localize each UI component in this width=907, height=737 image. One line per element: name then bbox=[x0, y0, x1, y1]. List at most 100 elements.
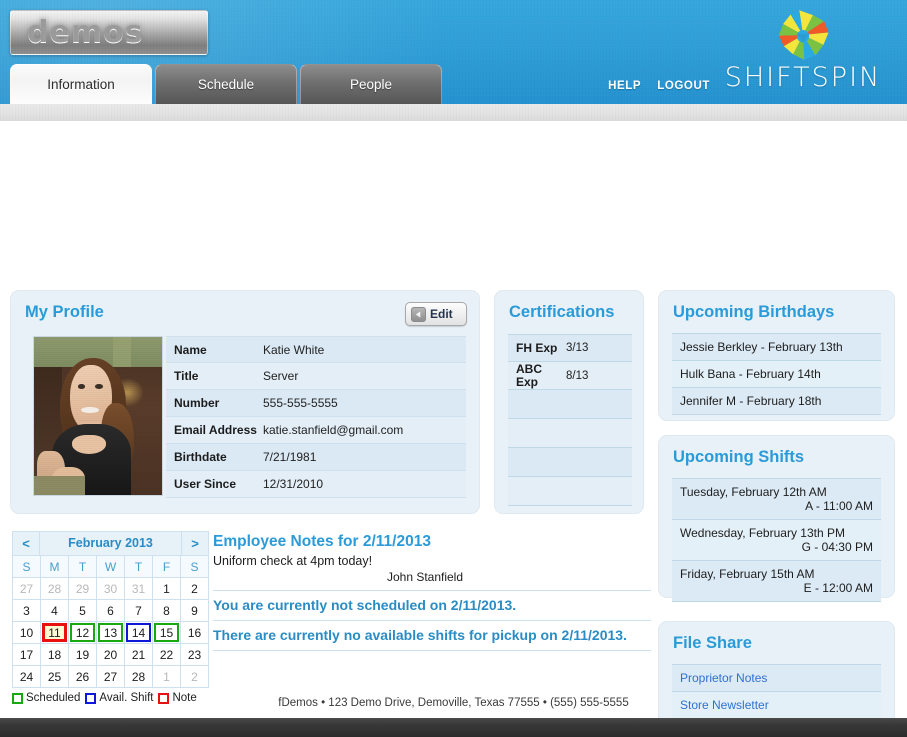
notes-divider bbox=[213, 590, 651, 591]
list-item: Tuesday, February 12th AM A - 11:00 AM bbox=[672, 478, 881, 520]
calendar-day-number: 23 bbox=[187, 647, 202, 662]
edit-profile-button[interactable]: Edit bbox=[405, 302, 467, 326]
calendar-day-marker: 12 bbox=[70, 623, 95, 642]
table-row bbox=[508, 390, 632, 419]
calendar-day[interactable]: 24 bbox=[13, 666, 41, 688]
calendar-day: 31 bbox=[125, 578, 153, 600]
certifications-table: FH Exp 3/13 ABC Exp 8/13 bbox=[508, 334, 632, 506]
calendar-day-avail-shift[interactable]: 14 bbox=[125, 622, 153, 644]
calendar-day-number: 1 bbox=[163, 669, 170, 684]
table-row: Birthdate 7/21/1981 bbox=[166, 444, 466, 471]
profile-key: Birthdate bbox=[174, 450, 227, 464]
profile-value: 555-555-5555 bbox=[263, 396, 338, 410]
bottom-bar bbox=[0, 718, 907, 737]
brand: SHIFTSPIN bbox=[713, 2, 893, 93]
calendar-day[interactable]: 25 bbox=[41, 666, 69, 688]
calendar-next-button[interactable]: > bbox=[182, 532, 208, 555]
calendar-day-number: 26 bbox=[75, 669, 90, 684]
shift-time: G - 04:30 PM bbox=[801, 540, 873, 554]
calendar-day-number: 14 bbox=[131, 625, 146, 640]
calendar-dow: F bbox=[153, 556, 181, 578]
calendar-day-scheduled[interactable]: 15 bbox=[153, 622, 181, 644]
table-row: ABC Exp 8/13 bbox=[508, 362, 632, 390]
calendar-day[interactable]: 20 bbox=[97, 644, 125, 666]
tab-people[interactable]: People bbox=[300, 64, 442, 104]
calendar-day[interactable]: 21 bbox=[125, 644, 153, 666]
tab-information[interactable]: Information bbox=[10, 64, 152, 104]
employee-notes-title: Employee Notes for 2/11/2013 bbox=[213, 533, 431, 550]
profile-value: Server bbox=[263, 369, 299, 383]
calendar-day[interactable]: 28 bbox=[125, 666, 153, 688]
calendar-day[interactable]: 18 bbox=[41, 644, 69, 666]
calendar-day-number: 8 bbox=[163, 603, 170, 618]
my-profile-panel: My Profile Edit Name Katie White Title S… bbox=[10, 290, 480, 514]
calendar-day[interactable]: 6 bbox=[97, 600, 125, 622]
calendar-header: < February 2013 > bbox=[12, 531, 209, 555]
tab-schedule[interactable]: Schedule bbox=[155, 64, 297, 104]
calendar-prev-button[interactable]: < bbox=[13, 532, 39, 555]
calendar-day-number: 17 bbox=[19, 647, 34, 662]
calendar-day[interactable]: 1 bbox=[153, 578, 181, 600]
file-share-title: File Share bbox=[673, 634, 752, 652]
shift-day: Friday, February 15th AM bbox=[680, 567, 815, 581]
upcoming-birthdays-title: Upcoming Birthdays bbox=[673, 303, 835, 321]
calendar-day-number: 11 bbox=[48, 625, 61, 640]
cert-key: ABC Exp bbox=[516, 361, 542, 389]
calendar-day[interactable]: 22 bbox=[153, 644, 181, 666]
logout-link[interactable]: LOGOUT bbox=[657, 80, 710, 92]
table-row: FH Exp 3/13 bbox=[508, 334, 632, 362]
calendar-day-number: 2 bbox=[191, 581, 198, 596]
calendar-day[interactable]: 26 bbox=[69, 666, 97, 688]
calendar-day[interactable]: 9 bbox=[181, 600, 209, 622]
demos-logo-text: demos bbox=[27, 15, 144, 50]
tab-information-label: Information bbox=[47, 77, 115, 92]
calendar-day-number: 16 bbox=[187, 625, 202, 640]
table-row: Number 555-555-5555 bbox=[166, 390, 466, 417]
calendar-day-marker: 11 bbox=[42, 623, 67, 642]
notes-divider bbox=[213, 620, 651, 621]
calendar-day[interactable]: 17 bbox=[13, 644, 41, 666]
file-link-proprietor-notes[interactable]: Proprietor Notes bbox=[672, 664, 881, 692]
calendar-dow: S bbox=[13, 556, 41, 578]
calendar-day-scheduled[interactable]: 13 bbox=[97, 622, 125, 644]
calendar-day-number: 18 bbox=[47, 647, 62, 662]
certifications-panel: Certifications FH Exp 3/13 ABC Exp 8/13 bbox=[494, 290, 644, 514]
calendar-day-marker: 13 bbox=[98, 623, 123, 642]
calendar-day[interactable]: 19 bbox=[69, 644, 97, 666]
header-divider-band bbox=[0, 104, 907, 121]
list-item: Hulk Bana - February 14th bbox=[672, 361, 881, 388]
calendar-day[interactable]: 10 bbox=[13, 622, 41, 644]
calendar-day-number: 4 bbox=[51, 603, 58, 618]
calendar-day[interactable]: 3 bbox=[13, 600, 41, 622]
calendar-day[interactable]: 5 bbox=[69, 600, 97, 622]
calendar-day[interactable]: 4 bbox=[41, 600, 69, 622]
pinwheel-starburst-icon bbox=[778, 10, 829, 60]
calendar-day[interactable]: 27 bbox=[97, 666, 125, 688]
calendar-day[interactable]: 7 bbox=[125, 600, 153, 622]
calendar-grid: S M T W T F S 27 28 29 30 31 1 2 3 4 5 6 7 8 9 10 11 12 1… bbox=[12, 555, 209, 688]
calendar-day[interactable]: 8 bbox=[153, 600, 181, 622]
help-link[interactable]: HELP bbox=[608, 80, 641, 92]
calendar-day-number: 2 bbox=[191, 669, 198, 684]
site-header: demos Information Schedule People HELP L… bbox=[0, 0, 907, 104]
profile-key: User Since bbox=[174, 477, 237, 491]
calendar-month-title: February 2013 bbox=[39, 532, 182, 555]
calendar-day-number: 22 bbox=[159, 647, 174, 662]
calendar-day-number: 6 bbox=[107, 603, 114, 618]
birthdays-list: Jessie Berkley - February 13th Hulk Bana… bbox=[672, 333, 881, 415]
calendar-day[interactable]: 16 bbox=[181, 622, 209, 644]
table-row: User Since 12/31/2010 bbox=[166, 471, 466, 498]
calendar-day-number: 20 bbox=[103, 647, 118, 662]
calendar-day-note[interactable]: 11 bbox=[41, 622, 69, 644]
calendar-day-number: 5 bbox=[79, 603, 86, 618]
calendar-day[interactable]: 23 bbox=[181, 644, 209, 666]
calendar-day-marker: 14 bbox=[126, 623, 151, 642]
calendar-day[interactable]: 2 bbox=[181, 578, 209, 600]
table-row bbox=[508, 477, 632, 506]
calendar-day-number: 13 bbox=[103, 625, 118, 640]
calendar-day-scheduled[interactable]: 12 bbox=[69, 622, 97, 644]
calendar-day: 27 bbox=[13, 578, 41, 600]
employee-notes: Employee Notes for 2/11/2013 Uniform che… bbox=[213, 533, 651, 657]
calendar-day: 28 bbox=[41, 578, 69, 600]
schedule-status-message: You are currently not scheduled on 2/11/… bbox=[213, 597, 517, 613]
